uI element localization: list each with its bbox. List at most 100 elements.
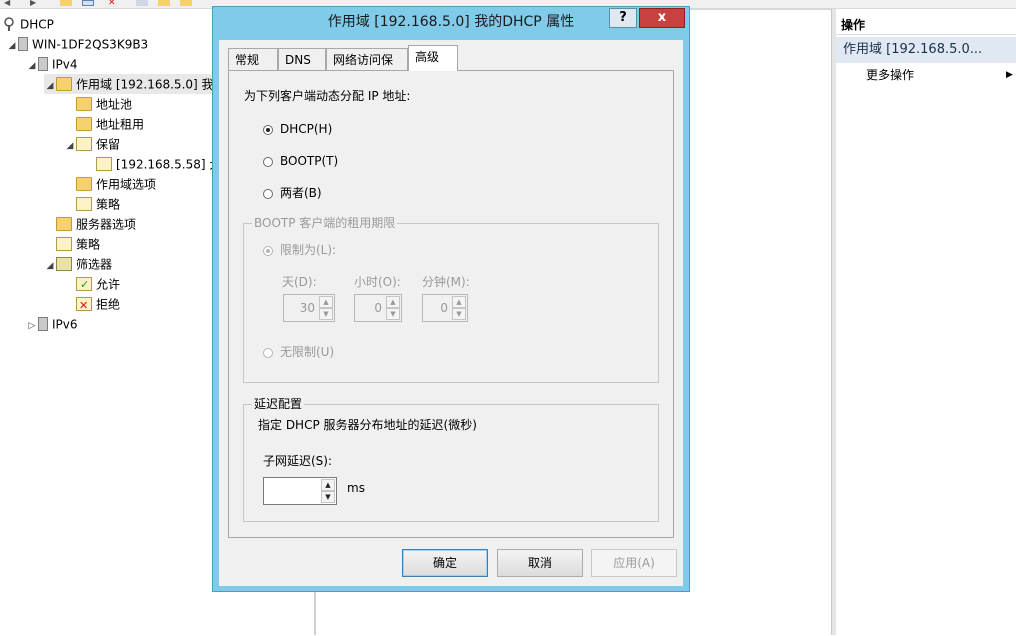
- ipv6-icon: [38, 316, 48, 331]
- tree-label: WIN-1DF2QS3K9B3: [32, 37, 149, 52]
- tree-node-address-pool[interactable]: 地址池: [64, 94, 132, 114]
- advanced-tab-panel: 为下列客户端动态分配 IP 地址: DHCP(H) BOOTP(T) 两者(B)…: [228, 70, 674, 538]
- tab-general[interactable]: 常规: [228, 48, 278, 70]
- spin-down-icon[interactable]: ▼: [319, 308, 333, 320]
- minutes-label: 分钟(M):: [422, 275, 470, 289]
- properties-icon[interactable]: [136, 0, 148, 6]
- spin-down-icon[interactable]: ▼: [452, 308, 466, 320]
- more-actions-link[interactable]: 更多操作: [866, 65, 914, 85]
- actions-pane: 操作 作用域 [192.168.5.0... 更多操作 ▶: [836, 9, 1016, 635]
- tree-node-ipv6[interactable]: ▷ IPv6: [26, 314, 78, 334]
- dialog-body: 常规 DNS 网络访问保护 高级 为下列客户端动态分配 IP 地址: DHCP(…: [219, 40, 683, 586]
- tree-node-filters[interactable]: ◢ 筛选器: [44, 254, 112, 274]
- radio-both-label[interactable]: 两者(B): [280, 185, 322, 201]
- delete-icon[interactable]: ✕: [108, 0, 120, 8]
- radio-dhcp-label[interactable]: DHCP(H): [280, 121, 332, 137]
- tree-node-scope-policies[interactable]: 策略: [64, 194, 120, 214]
- tree-node-address-leases[interactable]: 地址租用: [64, 114, 144, 134]
- days-label: 天(D):: [282, 275, 317, 289]
- folder-icon[interactable]: [60, 0, 72, 6]
- spin-up-icon[interactable]: ▲: [386, 296, 400, 308]
- tree-label: 作用域 [192.168.5.0] 我: [76, 77, 214, 92]
- tree-node-ipv4[interactable]: ◢ IPv4: [26, 54, 78, 74]
- list-icon[interactable]: [82, 0, 94, 6]
- radio-both[interactable]: [263, 189, 273, 199]
- tab-nap[interactable]: 网络访问保护: [326, 48, 408, 89]
- policy-icon: [56, 236, 72, 251]
- tree-node-server[interactable]: ◢ WIN-1DF2QS3K9B3: [6, 34, 148, 54]
- radio-unlimited[interactable]: [263, 348, 273, 358]
- spin-up-icon[interactable]: ▲: [321, 479, 335, 491]
- tree-node-dhcp[interactable]: DHCP: [2, 14, 54, 34]
- subnet-delay-input[interactable]: [264, 478, 320, 504]
- tree-label: DHCP: [20, 17, 54, 32]
- spin-up-icon[interactable]: ▲: [319, 296, 333, 308]
- tree-node-deny[interactable]: 拒绝: [64, 294, 121, 316]
- folder-icon: [76, 176, 92, 191]
- tree-label: 地址租用: [96, 117, 145, 132]
- collapse-icon[interactable]: ◢: [6, 36, 18, 56]
- tree-label: 筛选器: [76, 257, 113, 272]
- actions-header: 操作: [836, 15, 1016, 35]
- bootp-lease-group: BOOTP 客户端的租用期限 限制为(L): 天(D): 小时(O): 分钟(M…: [243, 216, 659, 383]
- subnet-delay-stepper[interactable]: ▲ ▼: [263, 477, 337, 505]
- tree-label: 拒绝: [96, 297, 121, 312]
- tab-dns[interactable]: DNS: [278, 48, 326, 70]
- tree-node-allow[interactable]: 允许: [64, 274, 120, 295]
- tree-label: 地址池: [96, 97, 133, 112]
- radio-bootp-label[interactable]: BOOTP(T): [280, 153, 338, 169]
- folder-icon: [76, 96, 92, 111]
- close-button[interactable]: x: [639, 8, 685, 28]
- limit-to-label: 限制为(L):: [280, 243, 337, 257]
- minutes-stepper[interactable]: 0 ▲ ▼: [422, 294, 468, 322]
- tree-node-reservations[interactable]: ◢ 保留: [64, 134, 120, 154]
- hours-stepper[interactable]: 0 ▲ ▼: [354, 294, 402, 322]
- radio-bootp[interactable]: [263, 157, 273, 167]
- unit-ms: ms: [347, 481, 365, 495]
- hours-value: 0: [374, 301, 382, 315]
- tree-node-reservation-item[interactable]: [192.168.5.58] 大: [84, 154, 221, 174]
- chevron-right-icon: ▶: [1006, 70, 1013, 80]
- tab-advanced[interactable]: 高级: [408, 45, 458, 71]
- folder-icon: [56, 216, 72, 231]
- export-icon[interactable]: [158, 0, 170, 6]
- radio-limit-to[interactable]: [263, 246, 273, 256]
- actions-scope-group[interactable]: 作用域 [192.168.5.0...: [836, 37, 1016, 63]
- folder-icon: [56, 76, 72, 91]
- tree-label: 策略: [76, 237, 101, 252]
- collapse-icon[interactable]: ◢: [64, 136, 76, 156]
- tree-node-server-options[interactable]: 服务器选项: [44, 214, 136, 234]
- dhcp-icon: [2, 16, 16, 31]
- collapse-icon[interactable]: ◢: [44, 76, 56, 96]
- reservation-icon: [76, 136, 92, 151]
- back-icon[interactable]: ◀: [4, 0, 16, 7]
- help-button[interactable]: ?: [609, 8, 637, 28]
- new-icon[interactable]: [180, 0, 192, 6]
- reservation-icon: [96, 156, 112, 171]
- days-stepper[interactable]: 30 ▲ ▼: [283, 294, 335, 322]
- expand-icon[interactable]: ▷: [26, 316, 38, 336]
- delay-config-group: 延迟配置 指定 DHCP 服务器分布地址的延迟(微秒) 子网延迟(S): ▲ ▼…: [243, 397, 659, 522]
- tree-node-scope-options[interactable]: 作用域选项: [64, 174, 156, 194]
- collapse-icon[interactable]: ◢: [44, 256, 56, 276]
- apply-button[interactable]: 应用(A): [591, 549, 677, 577]
- cancel-button[interactable]: 取消: [497, 549, 583, 577]
- subnet-delay-label: 子网延迟(S):: [263, 454, 333, 468]
- forward-icon[interactable]: ▶: [30, 0, 42, 7]
- tree-node-policies[interactable]: 策略: [44, 234, 100, 254]
- spin-down-icon[interactable]: ▼: [321, 491, 335, 503]
- spin-down-icon[interactable]: ▼: [386, 308, 400, 320]
- ok-button[interactable]: 确定: [402, 549, 488, 577]
- spin-up-icon[interactable]: ▲: [452, 296, 466, 308]
- properties-dialog: 作用域 [192.168.5.0] 我的DHCP 属性 ? x 常规 DNS 网…: [212, 6, 690, 592]
- minutes-value: 0: [440, 301, 448, 315]
- delay-group-caption: 延迟配置: [252, 397, 305, 411]
- tree-label: 保留: [96, 137, 121, 152]
- unlimited-label: 无限制(U): [280, 345, 335, 359]
- filter-icon: [56, 256, 72, 271]
- radio-dhcp[interactable]: [263, 125, 273, 135]
- tree-label: [192.168.5.58] 大: [116, 157, 222, 172]
- policy-icon: [76, 196, 92, 211]
- folder-icon: [76, 116, 92, 131]
- collapse-icon[interactable]: ◢: [26, 56, 38, 76]
